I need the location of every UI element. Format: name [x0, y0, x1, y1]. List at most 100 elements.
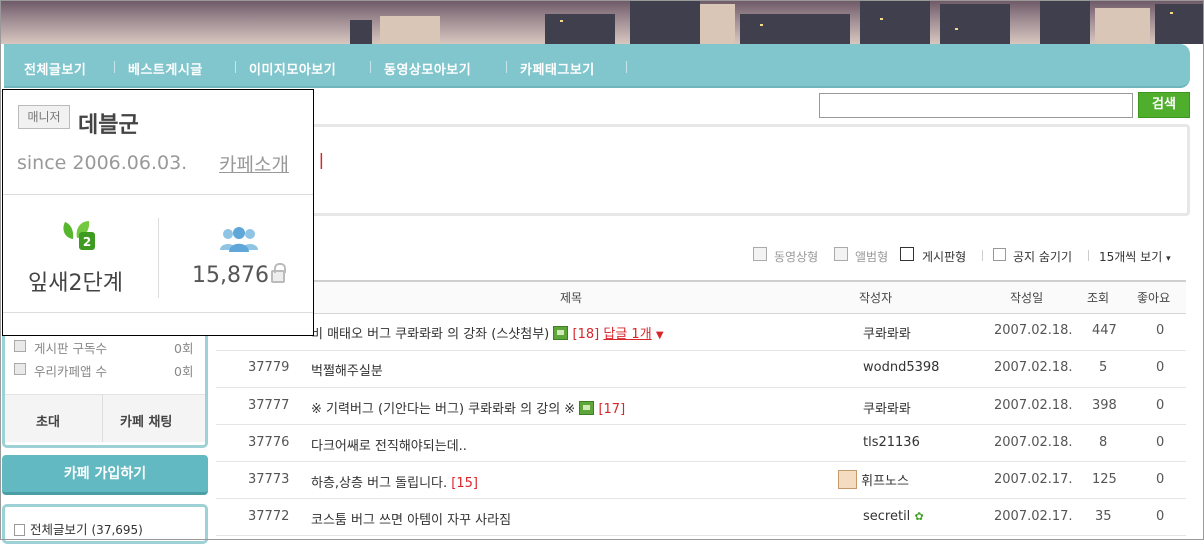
avatar — [838, 470, 857, 489]
post-views: 125 — [1092, 472, 1117, 487]
post-likes: 0 — [1156, 472, 1165, 487]
cafe-intro-panel — [216, 124, 1190, 216]
post-title[interactable]: 벅쩔해주실분 — [311, 360, 383, 379]
view-board-mode[interactable]: 게시판형 — [922, 248, 966, 265]
join-cafe-button[interactable]: 카페 가입하기 — [2, 455, 208, 495]
popup-divider — [158, 218, 159, 298]
post-date: 2007.02.18. — [994, 435, 1073, 450]
post-author[interactable]: 쿠롸롸롸 — [863, 323, 911, 342]
header-likes: 좋아요 — [1137, 291, 1171, 305]
board-icon — [14, 524, 25, 536]
manager-badge: 매니저 — [18, 105, 70, 129]
post-title-link[interactable]: 하층,상층 버그 돌립니다. [15] — [311, 472, 478, 491]
nav-cafe-tags[interactable]: 카페태그보기 — [520, 59, 595, 78]
post-number: 37773 — [248, 472, 290, 487]
header-views: 조회 — [1087, 291, 1110, 305]
per-page-label: 15개씩 보기 — [1099, 250, 1163, 264]
post-title[interactable]: 코스툼 버그 쓰면 아템이 자꾸 사라짐 — [311, 509, 511, 528]
post-likes: 0 — [1156, 509, 1165, 524]
post-title-link[interactable]: 비 매태오 버그 쿠롸롸롸 의 강좌 (스샷첨부) [18] 답글 1개 ▼ — [311, 323, 664, 342]
popup-divider — [3, 194, 313, 195]
menu-all-posts-count: (37,695) — [91, 523, 143, 537]
invite-button[interactable]: 초대 — [36, 411, 60, 430]
header-author: 작성자 — [859, 291, 893, 305]
since-date: since 2006.06.03. — [17, 152, 188, 174]
nav-all-posts[interactable]: 전체글보기 — [24, 59, 86, 78]
post-date: 2007.02.17. — [994, 472, 1073, 487]
reply-link[interactable]: 답글 1개 — [603, 327, 651, 342]
leaf-level-icon: 2 — [63, 221, 95, 250]
post-likes: 0 — [1156, 435, 1165, 450]
comment-count[interactable]: [15] — [451, 476, 478, 491]
sidebar-button-divider — [102, 394, 103, 442]
nav-divider — [235, 61, 236, 73]
post-number: 37776 — [248, 435, 290, 450]
subscribe-icon — [14, 340, 26, 352]
post-title: 하층,상층 버그 돌립니다. — [311, 476, 448, 491]
hide-notice-checkbox[interactable] — [993, 248, 1006, 261]
post-views: 8 — [1099, 435, 1108, 450]
popup-divider — [3, 312, 313, 313]
cafe-app-value: 0회 — [174, 364, 194, 379]
album-view-icon[interactable] — [834, 247, 848, 261]
post-author: secretil — [863, 509, 911, 524]
post-author[interactable]: 쿠롸롸롸 — [863, 398, 911, 417]
attachment-icon — [553, 326, 569, 340]
post-date: 2007.02.17. — [994, 509, 1073, 524]
post-author: 휘프노스 — [861, 474, 909, 489]
menu-all-posts[interactable]: 전체글보기 (37,695) — [14, 519, 143, 538]
members-icon — [220, 227, 258, 252]
menu-all-posts-label: 전체글보기 — [30, 522, 88, 537]
cafe-chat-button[interactable]: 카페 채팅 — [120, 411, 172, 430]
video-view-icon[interactable] — [753, 247, 767, 261]
post-likes: 0 — [1156, 398, 1165, 413]
board-view-icon[interactable] — [900, 247, 914, 261]
comment-count[interactable]: [17] — [598, 402, 625, 417]
post-author[interactable]: wodnd5398 — [863, 360, 939, 375]
cafe-nav-bar: 전체글보기 베스트게시글 이미지모아보기 동영상모아보기 카페태그보기 — [4, 44, 1190, 88]
post-views: 447 — [1092, 323, 1117, 338]
cafe-intro-link[interactable]: 카페소개 — [219, 150, 289, 177]
post-date: 2007.02.18. — [994, 360, 1073, 375]
svg-text:2: 2 — [83, 235, 91, 249]
post-author[interactable]: tls21136 — [863, 435, 920, 450]
post-author-link[interactable]: 휘프노스 — [838, 470, 909, 489]
nav-best-posts[interactable]: 베스트게시글 — [128, 59, 203, 78]
intro-text: ㅣ — [313, 152, 330, 173]
post-title[interactable]: 다크어쌔로 전직해야되는데.. — [311, 435, 467, 454]
cafe-app-label: 우리카페앱 수 — [34, 364, 107, 379]
post-views: 398 — [1092, 398, 1117, 413]
manager-profile-popup: 매니저 데블군 since 2006.06.03. 카페소개 2 잎새2단계 1… — [2, 89, 314, 336]
attachment-icon — [579, 401, 595, 415]
nav-divider — [506, 61, 507, 73]
post-views: 35 — [1095, 509, 1112, 524]
nav-video-gallery[interactable]: 동영상모아보기 — [384, 59, 471, 78]
sprout-icon: ✿ — [914, 510, 924, 523]
comment-count[interactable]: [18] — [573, 327, 600, 342]
post-title: 비 매태오 버그 쿠롸롸롸 의 강좌 (스샷첨부) — [311, 327, 550, 342]
nav-divider — [114, 61, 115, 73]
post-number: 37772 — [248, 509, 290, 524]
post-date: 2007.02.18. — [994, 323, 1073, 338]
search-button[interactable]: 검색 — [1138, 92, 1190, 118]
member-count-value: 15,876 — [192, 263, 269, 288]
post-number: 37777 — [248, 398, 290, 413]
nav-image-gallery[interactable]: 이미지모아보기 — [249, 59, 336, 78]
board-subscriptions-label: 게시판 구독수 — [34, 341, 107, 356]
post-title: ※ 기력버그 (기안다는 버그) 쿠롸롸롸 의 강의 ※ — [311, 402, 576, 417]
post-likes: 0 — [1156, 323, 1165, 338]
nav-divider — [626, 61, 627, 73]
post-author-link[interactable]: secretil ✿ — [863, 509, 924, 524]
view-album-mode[interactable]: 앨범형 — [855, 248, 888, 265]
hide-notice-label[interactable]: 공지 숨기기 — [1013, 248, 1072, 265]
view-video-mode[interactable]: 동영상형 — [774, 248, 818, 265]
toolbar-divider — [982, 250, 983, 261]
manager-name[interactable]: 데블군 — [78, 107, 139, 139]
triangle-down-icon[interactable]: ▼ — [656, 330, 664, 341]
search-input[interactable] — [819, 93, 1133, 118]
lock-icon — [270, 263, 286, 283]
post-title-link[interactable]: ※ 기력버그 (기안다는 버그) 쿠롸롸롸 의 강의 ※ [17] — [311, 398, 625, 417]
per-page-select[interactable]: 15개씩 보기 ▾ — [1099, 248, 1171, 265]
post-views: 5 — [1099, 360, 1108, 375]
member-count: 15,876 — [192, 263, 286, 288]
